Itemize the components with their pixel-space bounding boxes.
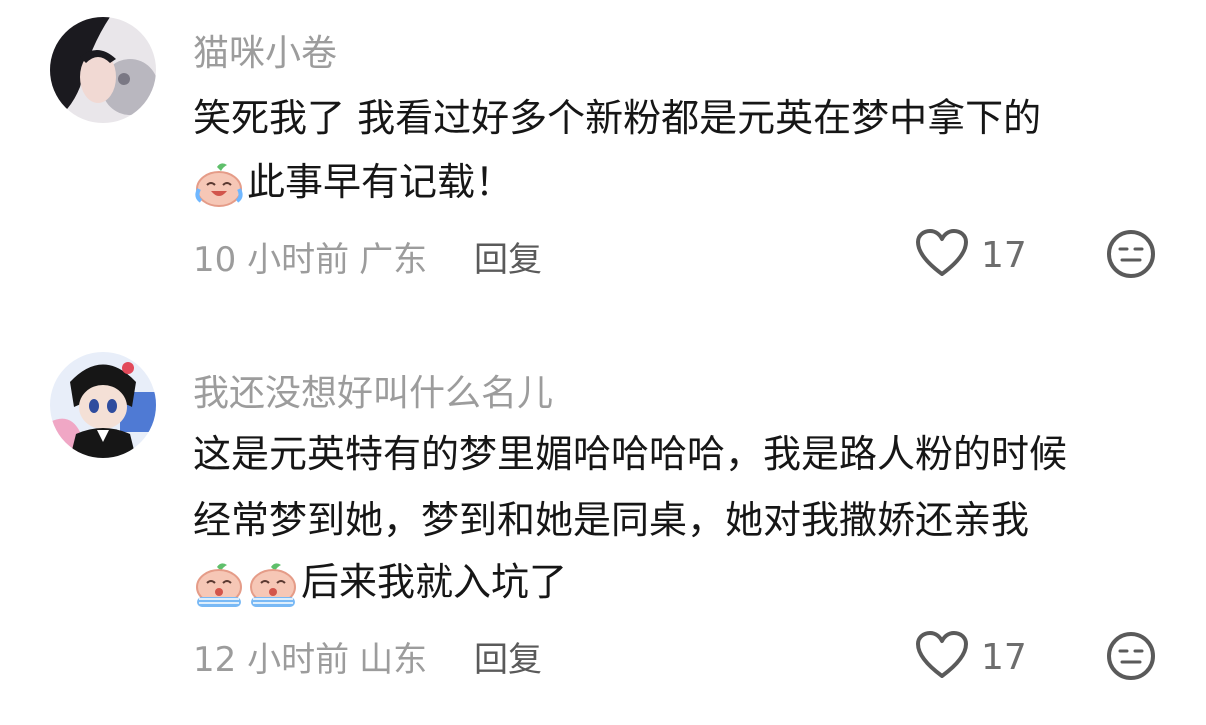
like-button[interactable]: 17 <box>915 630 1027 684</box>
timestamp: 10 小时前 <box>193 240 350 280</box>
laughing-tears-peach-emoji-icon <box>193 161 245 209</box>
location: 广东 <box>359 240 428 280</box>
username[interactable]: 我还没想好叫什么名儿 <box>193 364 553 416</box>
like-count: 17 <box>981 636 1027 678</box>
meh-face-icon[interactable] <box>1106 631 1156 681</box>
timestamp: 12 小时前 <box>193 640 350 680</box>
comment-meta: 10 小时前 广东 <box>193 232 427 281</box>
avatar[interactable] <box>50 352 156 458</box>
reply-button[interactable]: 回复 <box>474 232 542 281</box>
meh-face-icon[interactable] <box>1106 229 1156 279</box>
like-count: 17 <box>981 234 1027 276</box>
heart-outline-icon <box>915 630 969 684</box>
comment-item: 猫咪小卷 笑死我了 我看过好多个新粉都是元英在梦中拿下的 此事早有记载！ 10 … <box>0 0 1206 310</box>
crying-peach-emoji-icon <box>193 561 245 609</box>
comment-text-segment: 此事早有记载！ <box>247 160 514 204</box>
heart-outline-icon <box>915 228 969 282</box>
crying-peach-emoji-icon <box>247 561 299 609</box>
comment-text-line: 笑死我了 我看过好多个新粉都是元英在梦中拿下的 <box>193 96 1042 140</box>
like-button[interactable]: 17 <box>915 228 1027 282</box>
comment-text-line: 经常梦到她，梦到和她是同桌，她对我撒娇还亲我 <box>193 498 1030 542</box>
avatar[interactable] <box>50 17 156 123</box>
comment-text-line: 此事早有记载！ <box>193 158 513 209</box>
location: 山东 <box>359 640 428 680</box>
username[interactable]: 猫咪小卷 <box>193 24 337 76</box>
comment-text-line: 后来我就入坑了 <box>193 558 567 609</box>
comment-text-segment: 后来我就入坑了 <box>301 560 568 604</box>
comment-meta: 12 小时前 山东 <box>193 632 427 681</box>
comment-item: 我还没想好叫什么名儿 这是元英特有的梦里媚哈哈哈哈，我是路人粉的时候 经常梦到她… <box>0 340 1206 725</box>
comment-text-line: 这是元英特有的梦里媚哈哈哈哈，我是路人粉的时候 <box>193 432 1068 476</box>
reply-button[interactable]: 回复 <box>474 632 542 681</box>
